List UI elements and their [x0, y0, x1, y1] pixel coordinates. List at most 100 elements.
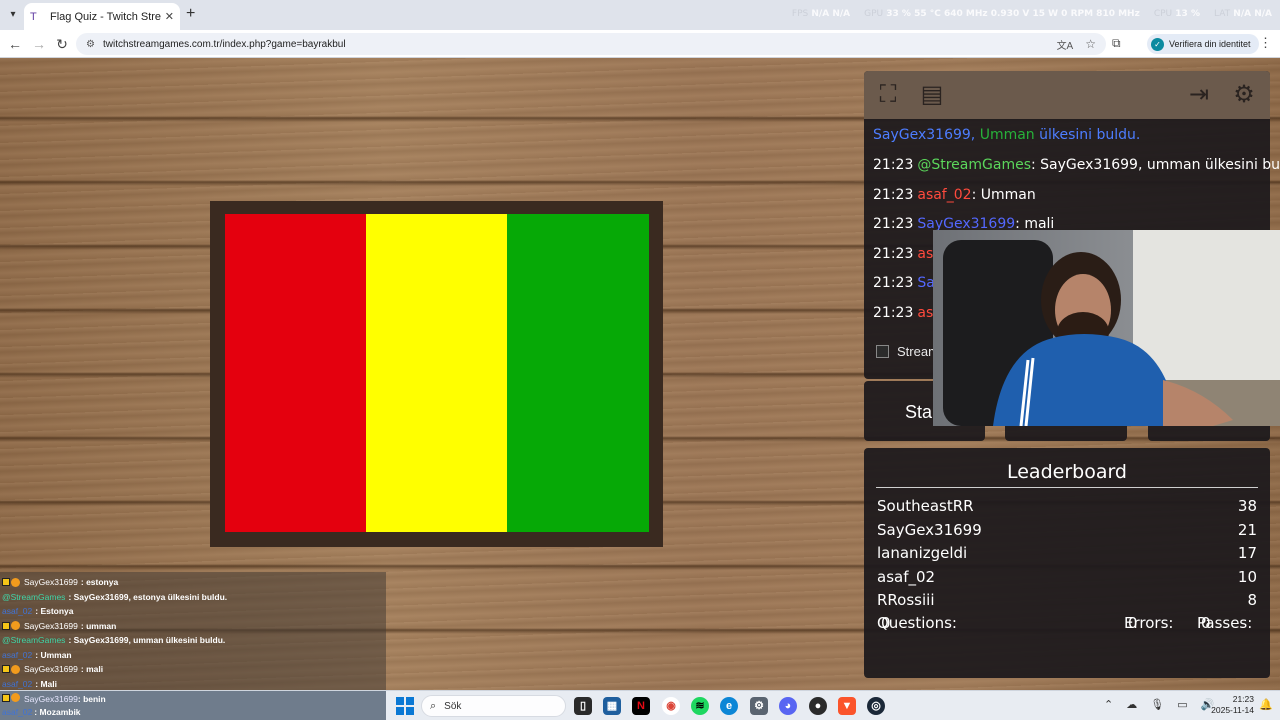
translate-icon[interactable]: 文A — [1057, 37, 1074, 52]
back-icon[interactable]: ← — [6, 35, 24, 53]
chat-user: SayGex31699 — [24, 620, 78, 631]
player-name: SayGex31699 — [877, 520, 982, 539]
overlay-chat-line: SayGex31699: umman — [0, 619, 386, 634]
clock-date: 2025-11-14 — [1211, 705, 1254, 715]
divider — [876, 487, 1258, 488]
netflix-icon[interactable]: N — [632, 697, 650, 715]
discord-icon[interactable]: ◕ — [779, 697, 797, 715]
flag-frame — [210, 201, 663, 547]
reload-icon[interactable]: ↻ — [53, 35, 71, 53]
url-input[interactable]: ⚙ twitchstreamgames.com.tr/index.php?gam… — [76, 33, 1106, 55]
network-icon[interactable]: ▭ — [1177, 698, 1187, 711]
chevron-up-icon[interactable]: ⌃ — [1104, 698, 1113, 711]
chat-line: 21:23 asa — [873, 305, 942, 321]
chat-message-part: Umman — [979, 127, 1035, 143]
obs-icon[interactable]: ● — [809, 697, 827, 715]
notes-icon[interactable]: ▤ — [915, 78, 949, 112]
chat-user: asaf_02 — [2, 707, 33, 717]
settings-gear-icon[interactable]: ⚙ — [1227, 78, 1261, 112]
flag-stripe-2 — [366, 214, 508, 532]
chat-message: : Umman — [35, 649, 72, 660]
flag-stripe-1 — [225, 214, 367, 532]
chrome-icon[interactable]: ◉ — [662, 697, 680, 715]
taskbar-search-input[interactable]: ⌕ Sök — [421, 695, 566, 717]
chat-message: : Estonya — [35, 606, 74, 617]
leaderboard-panel: Leaderboard SoutheastRR 38 SayGex31699 21 la… — [864, 448, 1270, 678]
clock[interactable]: 21:23 2025-11-14 — [1208, 694, 1254, 716]
player-score: 38 — [1237, 497, 1257, 515]
chat-username[interactable]: SayGex31699 — [873, 127, 971, 143]
stream-checkbox[interactable]: Stream — [876, 344, 939, 359]
tab-title: Flag Quiz - Twitch Stream Games — [50, 10, 161, 23]
chat-line: 21:23 @StreamGames: SayGex31699, umman ül… — [873, 157, 1280, 173]
player-score: 17 — [1237, 544, 1257, 563]
overlay-chat-line: SayGex31699: estonya — [0, 575, 386, 590]
lat-value: N/A N/A — [1233, 9, 1272, 19]
notification-bell-icon[interactable]: 🔔 — [1259, 698, 1273, 711]
vip-badge-icon — [2, 665, 10, 674]
file-explorer-icon[interactable]: ▦ — [603, 697, 621, 715]
edge-icon[interactable]: e — [720, 697, 738, 715]
checkbox-box[interactable] — [876, 345, 889, 358]
chat-message: : SayGex31699, umman ülkesini buldu. — [1031, 157, 1280, 173]
forward-icon[interactable]: → — [30, 35, 48, 53]
chat-username[interactable]: @StreamGames — [917, 157, 1031, 173]
cpu-value: 13 % — [1175, 9, 1200, 19]
fps-value-2: N/A — [832, 9, 851, 19]
site-info-icon[interactable]: ⚙ — [86, 39, 95, 50]
chat-message: : Umman — [971, 187, 1036, 203]
close-tab-icon[interactable]: ✕ — [165, 10, 174, 23]
brave-icon[interactable]: ▼ — [838, 697, 856, 715]
overlay-chat-line: asaf_02: Mozambik — [2, 707, 81, 717]
windows-start-icon[interactable] — [396, 697, 414, 715]
spotify-icon[interactable]: ≋ — [691, 697, 709, 715]
clock-time: 21:23 — [1232, 694, 1254, 704]
player-score: 10 — [1237, 567, 1257, 586]
fullscreen-icon[interactable]: ⛶ — [871, 78, 905, 112]
sub-badge-icon — [11, 577, 20, 587]
leaderboard-row: asaf_02 10 — [877, 568, 1257, 586]
errors-label: Errors: — [1124, 614, 1174, 632]
chat-message: : SayGex31699, estonya ülkesini buldu. — [68, 591, 228, 602]
exit-icon[interactable]: ⇥ — [1182, 78, 1216, 112]
settings-icon[interactable]: ⚙ — [750, 697, 768, 715]
bookmark-star-icon[interactable]: ☆ — [1085, 37, 1096, 51]
player-score: 8 — [1247, 591, 1257, 610]
passes-stat: Passes: 0 — [1197, 614, 1252, 632]
verify-identity-button[interactable]: ✓ Verifiera din identitet — [1147, 34, 1259, 54]
gpu-values: 33 % 55 °C 640 MHz 0.930 V 15 W 0 RPM 81… — [886, 9, 1140, 19]
chat-message: : SayGex31699, umman ülkesini buldu. — [68, 635, 226, 646]
tab-search-icon[interactable]: ▾ — [4, 6, 22, 24]
task-view-icon[interactable]: ▯ — [574, 697, 592, 715]
profile-icon: ✓ — [1151, 37, 1164, 51]
address-bar-row: ← → ↻ ⚙ twitchstreamgames.com.tr/index.p… — [0, 30, 1280, 58]
flag-image — [225, 214, 649, 532]
chat-user: asaf_02 — [2, 649, 33, 660]
steam-icon[interactable]: ◎ — [867, 697, 885, 715]
search-placeholder: Sök — [444, 700, 462, 712]
sub-badge-icon — [11, 664, 20, 674]
webcam-feed — [933, 230, 1280, 426]
url-text: twitchstreamgames.com.tr/index.php?game=… — [102, 38, 346, 50]
microphone-icon[interactable]: 🎙 — [1150, 698, 1164, 711]
lat-label: LAT — [1213, 9, 1231, 19]
vip-badge-icon — [2, 621, 10, 630]
overlay-chat-line: @StreamGames: SayGex31699, umman ülkesin… — [0, 633, 386, 648]
leaderboard-row: SayGex31699 21 — [877, 521, 1257, 539]
chat-username[interactable]: asaf_02 — [917, 187, 971, 203]
errors-stat: Errors: 0 — [1124, 614, 1173, 632]
search-icon: ⌕ — [430, 699, 437, 712]
sub-badge-icon — [11, 693, 20, 702]
questions-stat: Questions: 0 — [877, 614, 957, 632]
cpu-label: CPU — [1153, 9, 1173, 19]
overlay-chat-line: asaf_02: Umman — [0, 648, 386, 663]
overlay-chat-line: asaf_02: Mali — [0, 677, 386, 691]
browser-tab[interactable]: T Flag Quiz - Twitch Stream Games ✕ — [24, 3, 180, 30]
leaderboard-row: RRossiii 8 — [877, 591, 1257, 609]
menu-icon[interactable]: ⋮ — [1259, 35, 1272, 51]
extensions-icon[interactable]: ⧉ — [1112, 36, 1121, 51]
chat-timestamp: 21:23 — [873, 216, 914, 232]
new-tab-button[interactable]: + — [186, 5, 195, 23]
leaderboard-row: SoutheastRR 38 — [877, 497, 1257, 515]
cloud-icon[interactable]: ☁ — [1126, 698, 1137, 711]
